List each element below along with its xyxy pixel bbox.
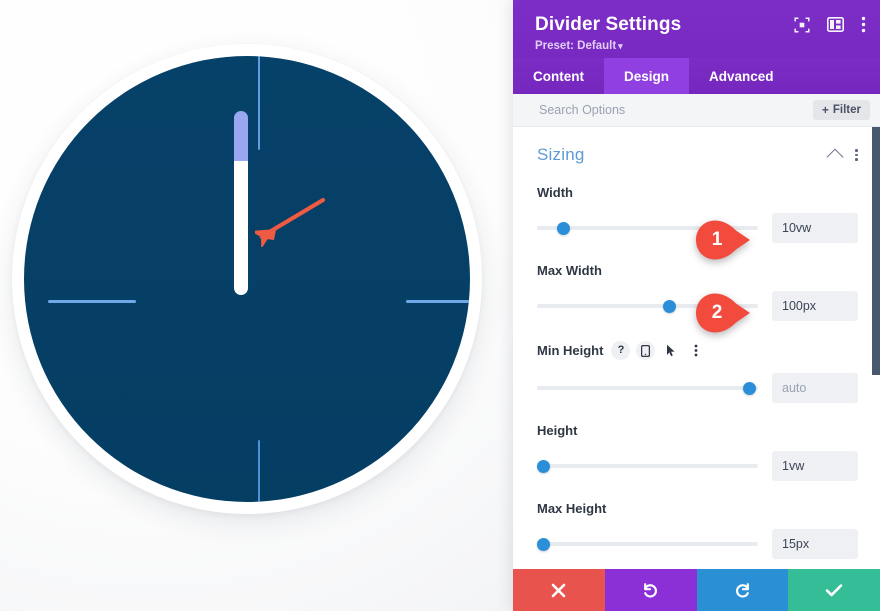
- field-label-row: Max Width: [537, 263, 858, 278]
- panel-footer: [513, 569, 880, 611]
- hover-cursor-icon[interactable]: [661, 341, 680, 360]
- max-height-value-input[interactable]: 15px: [772, 529, 858, 559]
- preset-label: Preset: Default: [535, 40, 617, 52]
- undo-button[interactable]: [604, 569, 697, 611]
- divider-module[interactable]: [234, 111, 248, 295]
- width-slider[interactable]: [537, 220, 758, 236]
- section-sizing: Sizing Width 10vw Max Width 100px Min He…: [513, 127, 880, 559]
- help-icon[interactable]: ?: [611, 341, 631, 360]
- scrollbar-thumb[interactable]: [872, 127, 880, 375]
- panel-header: Divider Settings Preset: Default ▾: [513, 0, 880, 58]
- tab-design[interactable]: Design: [604, 58, 690, 94]
- tick-left: [48, 300, 136, 303]
- responsive-mobile-icon[interactable]: [636, 341, 656, 360]
- panel-scrollbar[interactable]: [872, 127, 880, 569]
- divider-settings-panel: Divider Settings Preset: Default ▾ Conte…: [513, 0, 880, 611]
- field-label: Max Width: [537, 263, 602, 278]
- slider-thumb[interactable]: [556, 221, 570, 235]
- field-label: Height: [537, 423, 578, 438]
- min-height-value-input[interactable]: auto: [772, 373, 858, 403]
- field-label: Min Height: [537, 343, 604, 358]
- field-min-height: Min Height ? auto: [537, 341, 858, 403]
- field-label: Width: [537, 185, 573, 200]
- divider-segment-top: [234, 111, 248, 161]
- slider-track: [537, 386, 758, 390]
- panel-tabs: Content Design Advanced: [513, 58, 880, 94]
- undo-icon: [644, 582, 658, 598]
- min-height-slider[interactable]: [537, 380, 758, 396]
- tick-right: [406, 300, 470, 303]
- plus-icon: +: [821, 103, 829, 117]
- control-row: 1vw: [537, 451, 858, 481]
- field-max-width: Max Width 100px: [537, 263, 858, 321]
- sizing-header: Sizing: [537, 145, 858, 165]
- max-width-value-input[interactable]: 100px: [772, 291, 858, 321]
- header-icon-group: [794, 16, 866, 33]
- expand-icon[interactable]: [794, 16, 810, 33]
- divider-segment-bottom: [234, 161, 248, 295]
- height-value-input[interactable]: 1vw: [772, 451, 858, 481]
- chevron-up-icon[interactable]: [826, 148, 844, 165]
- field-label-row: Max Height: [537, 501, 858, 516]
- chevron-down-icon: ▾: [618, 41, 623, 51]
- check-icon: [825, 583, 843, 596]
- slider-track: [537, 464, 758, 468]
- filter-label: Filter: [832, 104, 861, 116]
- more-options-icon[interactable]: [861, 16, 866, 33]
- field-label-row: Min Height ?: [537, 341, 858, 360]
- divider-preview-canvas: [0, 0, 513, 611]
- slider-thumb[interactable]: [742, 381, 756, 395]
- control-row: 15px: [537, 529, 858, 559]
- panel-scroll-body: Sizing Width 10vw Max Width 100px Min He…: [513, 127, 880, 569]
- annotation-arrow-icon: [255, 197, 326, 247]
- field-label-row: Height: [537, 423, 858, 438]
- width-value-input[interactable]: 10vw: [772, 213, 858, 243]
- filter-button[interactable]: + Filter: [812, 100, 870, 120]
- preset-selector[interactable]: Preset: Default ▾: [535, 40, 864, 53]
- search-row: + Filter: [513, 94, 880, 127]
- slider-thumb[interactable]: [537, 537, 550, 551]
- save-button[interactable]: [788, 569, 880, 611]
- control-row: 100px: [537, 291, 858, 321]
- sizing-title: Sizing: [537, 145, 585, 164]
- field-width: Width 10vw: [537, 185, 858, 243]
- field-label-row: Width: [537, 185, 858, 200]
- field-height: Height 1vw: [537, 423, 858, 481]
- max-height-slider[interactable]: [537, 536, 758, 552]
- more-options-icon[interactable]: [686, 341, 705, 360]
- slider-thumb[interactable]: [537, 459, 550, 473]
- search-input[interactable]: [537, 102, 813, 118]
- cancel-button[interactable]: [513, 569, 605, 611]
- slider-track: [537, 542, 758, 546]
- field-label: Max Height: [537, 501, 607, 516]
- more-options-icon[interactable]: [855, 149, 858, 161]
- max-width-slider[interactable]: [537, 298, 758, 314]
- slider-thumb[interactable]: [662, 299, 676, 313]
- close-icon: [552, 583, 566, 597]
- slider-track: [537, 226, 758, 230]
- sizing-actions: [826, 148, 858, 165]
- tab-content[interactable]: Content: [513, 58, 604, 94]
- control-row: auto: [537, 373, 858, 403]
- screenshot-root: Divider Settings Preset: Default ▾ Conte…: [0, 0, 880, 611]
- field-max-height: Max Height 15px: [537, 501, 858, 559]
- tab-advanced[interactable]: Advanced: [689, 58, 794, 94]
- layout-toggle-icon[interactable]: [827, 17, 844, 32]
- slider-track: [537, 304, 758, 308]
- redo-icon: [735, 582, 749, 598]
- field-icon-group: ?: [611, 341, 705, 360]
- tick-bottom: [258, 440, 260, 502]
- control-row: 10vw: [537, 213, 858, 243]
- redo-button[interactable]: [696, 569, 789, 611]
- tick-top: [258, 56, 260, 150]
- height-slider[interactable]: [537, 458, 758, 474]
